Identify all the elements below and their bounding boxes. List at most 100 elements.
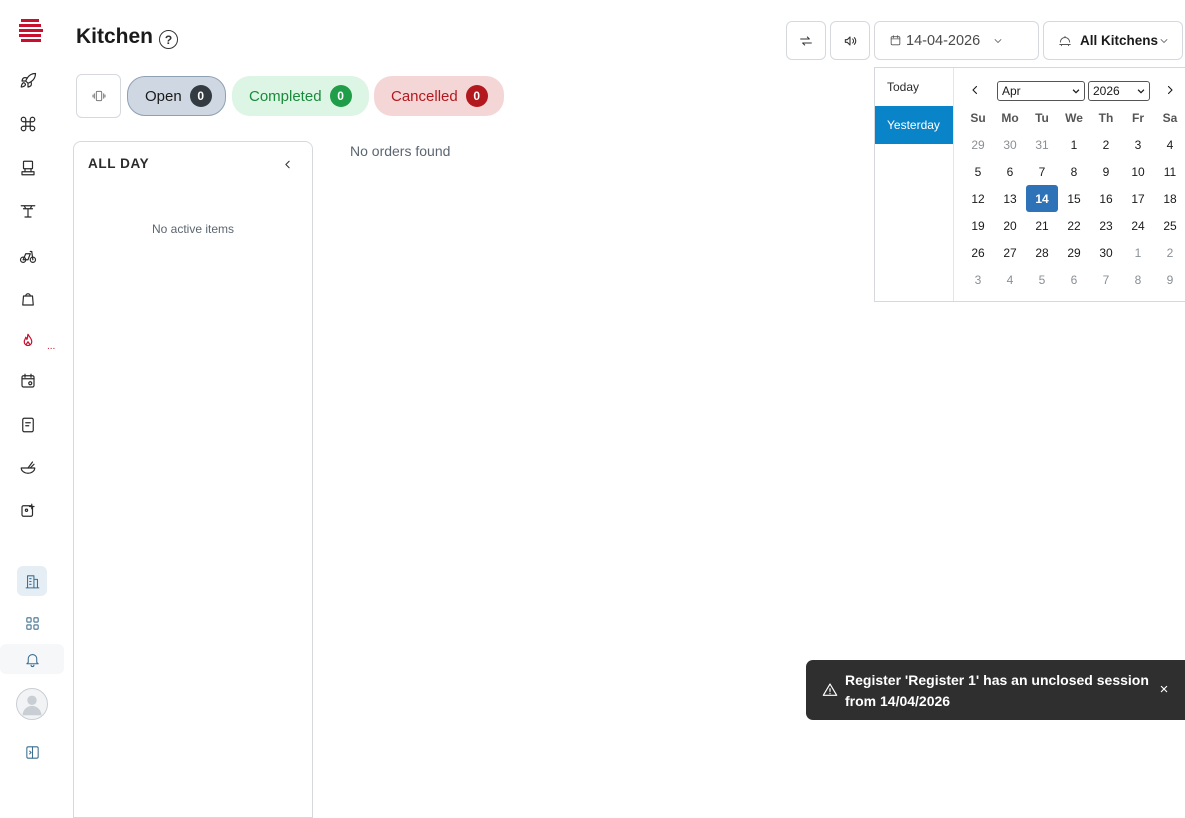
bell-icon[interactable]: [0, 644, 64, 674]
calendar-day[interactable]: 9: [1154, 266, 1185, 293]
calendar-day[interactable]: 22: [1058, 212, 1090, 239]
bicycle-icon[interactable]: [17, 245, 39, 267]
calendar-day[interactable]: 17: [1122, 185, 1154, 212]
calendar-day[interactable]: 16: [1090, 185, 1122, 212]
calendar-day[interactable]: 24: [1122, 212, 1154, 239]
calendar-day[interactable]: 10: [1122, 158, 1154, 185]
calendar-day[interactable]: 20: [994, 212, 1026, 239]
warning-icon: [822, 683, 838, 696]
tab-open[interactable]: Open 0: [127, 76, 226, 116]
calendar-day[interactable]: 8: [1122, 266, 1154, 293]
calendar-day[interactable]: 7: [1090, 266, 1122, 293]
calendar-day[interactable]: 26: [962, 239, 994, 266]
kitchen-icon: [1059, 35, 1071, 46]
calendar-settings-icon[interactable]: [17, 370, 39, 392]
food-bowl-icon[interactable]: [17, 457, 39, 479]
calendar: Apr 2026 Su Mo Tu We Th Fr Sa 29 30 31 1 2 3 4 5 6 7 8 9 10…: [954, 68, 1185, 301]
calendar-day[interactable]: 4: [1154, 131, 1185, 158]
kitchen-label: All Kitchens: [1080, 33, 1159, 48]
refresh-button[interactable]: [786, 21, 826, 60]
calendar-day[interactable]: 19: [962, 212, 994, 239]
speaker-icon: [844, 35, 857, 46]
sound-button[interactable]: [830, 21, 870, 60]
weekday-header: Tu: [1035, 110, 1049, 125]
date-picker-popup: Today Yesterday Apr 2026 Su Mo Tu We Th Fr Sa 2…: [874, 67, 1185, 302]
chevron-right-icon: [1167, 85, 1173, 95]
calendar-day[interactable]: 31: [1026, 131, 1058, 158]
date-picker-button[interactable]: 14-04-2026: [874, 21, 1039, 60]
calendar-day[interactable]: 9: [1090, 158, 1122, 185]
panel-toggle-icon[interactable]: [17, 737, 47, 767]
avatar[interactable]: [16, 688, 48, 720]
tab-cancelled[interactable]: Cancelled 0: [374, 76, 504, 116]
calendar-day[interactable]: 7: [1026, 158, 1058, 185]
chevron-down-icon: [1160, 38, 1168, 43]
calendar-day[interactable]: 6: [1058, 266, 1090, 293]
rocket-icon[interactable]: [17, 70, 39, 92]
toast-message: Register 'Register 1' has an unclosed se…: [845, 672, 1149, 709]
chevron-left-icon[interactable]: [278, 155, 296, 173]
command-icon[interactable]: [17, 113, 39, 135]
year-select[interactable]: 2026: [1088, 81, 1150, 101]
pos-terminal-icon[interactable]: [17, 157, 39, 179]
vibrate-toggle-button[interactable]: [76, 74, 121, 118]
next-month-button[interactable]: [1162, 80, 1178, 100]
calendar-day[interactable]: 2: [1090, 131, 1122, 158]
tab-label: Cancelled: [391, 87, 458, 105]
vibrate-icon: [92, 90, 105, 102]
calendar-day[interactable]: 1: [1122, 239, 1154, 266]
calendar-day[interactable]: 3: [1122, 131, 1154, 158]
calendar-day[interactable]: 6: [994, 158, 1026, 185]
calendar-day[interactable]: 15: [1058, 185, 1090, 212]
panel-title: ALL DAY: [88, 156, 150, 171]
grid-icon[interactable]: [17, 608, 47, 638]
image-plus-icon[interactable]: [17, 500, 39, 522]
toast-notification: Register 'Register 1' has an unclosed se…: [806, 660, 1185, 720]
calendar-day[interactable]: 1: [1058, 131, 1090, 158]
active-marker: ...: [47, 341, 56, 352]
receipt-icon[interactable]: [17, 414, 39, 436]
chevron-down-icon: [1137, 89, 1145, 94]
calendar-day[interactable]: 5: [962, 158, 994, 185]
calendar-day[interactable]: 25: [1154, 212, 1185, 239]
flame-icon[interactable]: [17, 330, 39, 352]
weekday-header: Mo: [1001, 110, 1019, 125]
calendar-day[interactable]: 5: [1026, 266, 1058, 293]
weekday-header: Th: [1098, 110, 1114, 125]
calendar-day[interactable]: 21: [1026, 212, 1058, 239]
building-icon[interactable]: [17, 566, 47, 596]
calendar-day[interactable]: 30: [1090, 239, 1122, 266]
help-icon[interactable]: ?: [159, 30, 178, 49]
calendar-day[interactable]: 30: [994, 131, 1026, 158]
preset-yesterday[interactable]: Yesterday: [875, 106, 953, 144]
calendar-day[interactable]: 18: [1154, 185, 1185, 212]
calendar-day[interactable]: 2: [1154, 239, 1185, 266]
preset-today[interactable]: Today: [875, 68, 953, 106]
calendar-grid: Su Mo Tu We Th Fr Sa 29 30 31 1 2 3 4 5 6 7 8 9 10 11 12 13 14 1…: [962, 104, 1185, 293]
calendar-day[interactable]: 13: [994, 185, 1026, 212]
calendar-day[interactable]: 28: [1026, 239, 1058, 266]
table-icon[interactable]: [17, 200, 39, 222]
tab-completed[interactable]: Completed 0: [232, 76, 369, 116]
calendar-day[interactable]: 4: [994, 266, 1026, 293]
date-presets: Today Yesterday: [875, 68, 954, 301]
month-select[interactable]: Apr: [997, 81, 1085, 101]
close-icon[interactable]: ×: [1157, 681, 1171, 698]
chevron-down-icon: [994, 38, 1002, 43]
calendar-day[interactable]: 29: [1058, 239, 1090, 266]
bag-icon[interactable]: [17, 288, 39, 310]
tab-label: Open: [145, 87, 182, 105]
brand-logo[interactable]: [18, 18, 44, 44]
kitchen-select[interactable]: All Kitchens: [1043, 21, 1183, 60]
prev-month-button[interactable]: [967, 80, 983, 100]
calendar-day[interactable]: 14: [1026, 185, 1058, 212]
calendar-day[interactable]: 3: [962, 266, 994, 293]
calendar-day[interactable]: 29: [962, 131, 994, 158]
calendar-day[interactable]: 8: [1058, 158, 1090, 185]
weekday-header: Fr: [1132, 110, 1144, 125]
calendar-day[interactable]: 12: [962, 185, 994, 212]
calendar-day[interactable]: 11: [1154, 158, 1185, 185]
calendar-day[interactable]: 23: [1090, 212, 1122, 239]
calendar-day[interactable]: 27: [994, 239, 1026, 266]
year-value: 2026: [1093, 84, 1120, 98]
